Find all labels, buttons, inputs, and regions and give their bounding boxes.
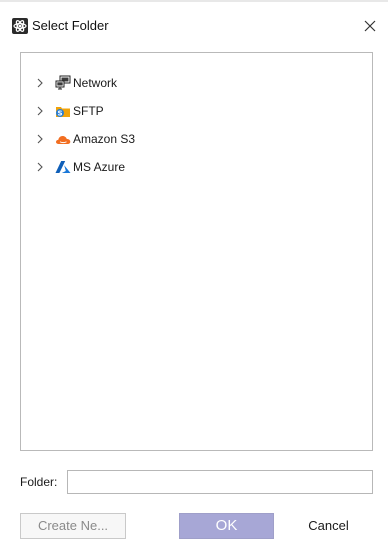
tree-item-amazon-s3[interactable]: Amazon S3 — [21, 129, 372, 149]
tree-item-label: Amazon S3 — [73, 132, 136, 146]
ok-button[interactable]: OK — [179, 513, 274, 539]
tree-item-label: MS Azure — [73, 160, 126, 174]
folder-tree[interactable]: Network S SFTP Amazon S3 MS Azure — [20, 52, 373, 451]
title-bar: Select Folder — [0, 2, 388, 48]
tree-item-label: SFTP — [73, 104, 104, 118]
chevron-right-icon[interactable] — [33, 160, 47, 174]
amazon-s3-icon — [56, 136, 71, 144]
cancel-button[interactable]: Cancel — [284, 513, 373, 539]
tree-item-label: Network — [73, 76, 118, 90]
svg-text:S: S — [57, 110, 62, 118]
tree-item-ms-azure[interactable]: MS Azure — [21, 157, 372, 177]
sftp-icon: S — [56, 107, 70, 118]
chevron-right-icon[interactable] — [33, 104, 47, 118]
folder-label: Folder: — [20, 475, 58, 489]
folder-path-input[interactable] — [67, 470, 373, 494]
app-logo-icon — [12, 18, 28, 34]
select-folder-dialog: Select Folder Network S SFTP Amazon S3 M… — [0, 0, 388, 539]
chevron-right-icon[interactable] — [33, 76, 47, 90]
close-icon[interactable] — [360, 16, 380, 36]
chevron-right-icon[interactable] — [33, 132, 47, 146]
tree-item-network[interactable]: Network — [21, 73, 372, 93]
dialog-title: Select Folder — [32, 18, 109, 33]
tree-item-sftp[interactable]: S SFTP — [21, 101, 372, 121]
create-new-folder-button[interactable]: Create Ne... — [20, 513, 126, 539]
network-icon — [55, 75, 71, 90]
ms-azure-icon — [55, 161, 71, 173]
